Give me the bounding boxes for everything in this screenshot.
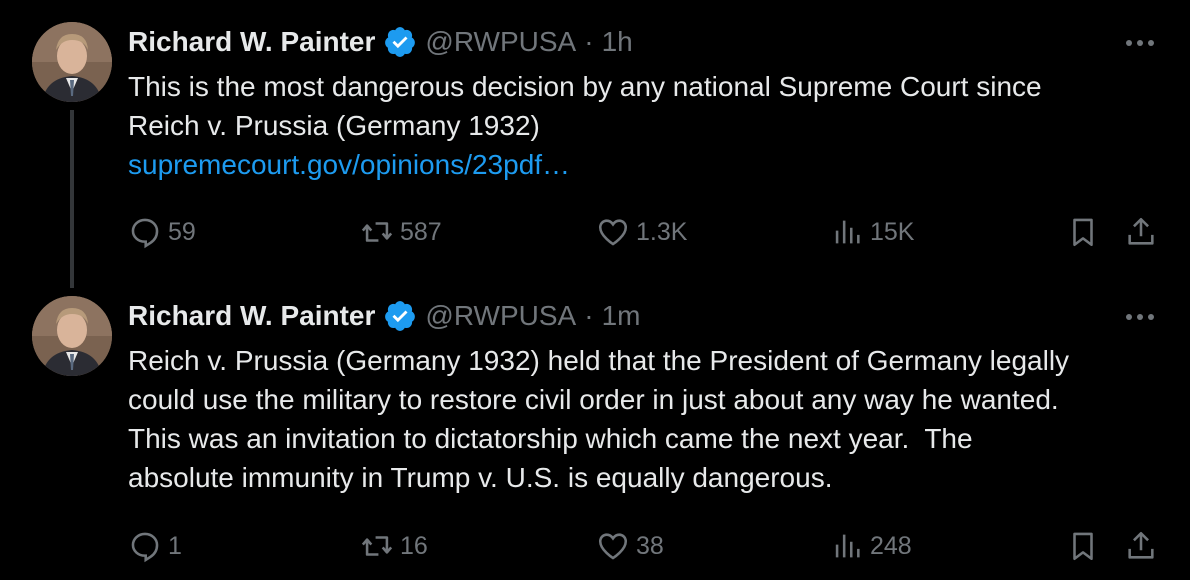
reply-icon — [131, 218, 159, 249]
like-icon — [598, 533, 628, 560]
views-icon — [835, 220, 860, 244]
tweet-text-line: This was an invitation to dictatorship w… — [128, 423, 973, 454]
tweet-text-line: could use the military to restore civil … — [128, 384, 1059, 415]
author-name[interactable]: Richard W. Painter — [128, 300, 375, 332]
tweet-text-line: absolute immunity in Trump v. U.S. is eq… — [128, 462, 833, 493]
separator-dot: · — [584, 26, 594, 57]
like-count: 38 — [636, 531, 664, 560]
bookmark-icon — [1073, 218, 1093, 247]
tweet-header: Richard W. Painter @RWPUSA · 1m — [128, 296, 640, 336]
views-count: 248 — [870, 531, 912, 560]
share-icon — [1128, 217, 1154, 245]
tweet[interactable]: Richard W. Painter @RWPUSA · 1m Reich v.… — [0, 290, 1190, 580]
separator-dot: · — [584, 300, 594, 331]
tweet-text-line: This is the most dangerous decision by a… — [128, 71, 1042, 102]
share-button[interactable] — [1124, 212, 1158, 252]
retweet-button[interactable]: 16 — [360, 526, 428, 566]
reply-count: 59 — [168, 217, 196, 246]
retweet-icon — [361, 536, 393, 556]
tweet-text: Reich v. Prussia (Germany 1932) held tha… — [128, 341, 1168, 497]
timestamp[interactable]: 1m — [602, 300, 641, 332]
bookmark-button[interactable] — [1066, 212, 1100, 252]
author-name[interactable]: Richard W. Painter — [128, 26, 375, 58]
action-bar: 59 587 1.3K 15K — [128, 212, 1168, 252]
share-icon — [1128, 531, 1154, 559]
bookmark-icon — [1073, 532, 1093, 561]
more-icon[interactable] — [1120, 28, 1160, 58]
views-button[interactable]: 15K — [830, 212, 914, 252]
verified-badge-icon — [383, 25, 417, 59]
author-handle[interactable]: @RWPUSA — [425, 26, 576, 58]
retweet-count: 587 — [400, 217, 442, 246]
views-count: 15K — [870, 217, 915, 246]
tweet-header: Richard W. Painter @RWPUSA · 1h — [128, 22, 633, 62]
like-count: 1.3K — [636, 217, 688, 246]
retweet-button[interactable]: 587 — [360, 212, 442, 252]
bookmark-button[interactable] — [1066, 526, 1100, 566]
reply-count: 1 — [168, 531, 182, 560]
share-button[interactable] — [1124, 526, 1158, 566]
author-handle[interactable]: @RWPUSA — [425, 300, 576, 332]
tweet-text-line: Reich v. Prussia (Germany 1932) held tha… — [128, 345, 1070, 376]
avatar[interactable] — [32, 22, 112, 102]
thread-line — [70, 110, 74, 288]
timestamp[interactable]: 1h — [602, 26, 633, 58]
tweet-text: This is the most dangerous decision by a… — [128, 67, 1168, 184]
reply-button[interactable]: 1 — [128, 526, 182, 566]
tweet[interactable]: Richard W. Painter @RWPUSA · 1h This is … — [0, 0, 1190, 290]
avatar[interactable] — [32, 296, 112, 376]
like-button[interactable]: 38 — [596, 526, 664, 566]
reply-icon — [131, 532, 159, 563]
views-button[interactable]: 248 — [830, 526, 912, 566]
verified-badge-icon — [383, 299, 417, 333]
views-icon — [835, 534, 860, 558]
tweet-link[interactable]: supremecourt.gov/opinions/23pdf… — [128, 149, 570, 180]
like-icon — [598, 219, 628, 246]
retweet-count: 16 — [400, 531, 428, 560]
reply-button[interactable]: 59 — [128, 212, 196, 252]
action-bar: 1 16 38 248 — [128, 526, 1168, 566]
retweet-icon — [361, 222, 393, 242]
like-button[interactable]: 1.3K — [596, 212, 687, 252]
tweet-text-line: Reich v. Prussia (Germany 1932) — [128, 110, 540, 141]
more-icon[interactable] — [1120, 302, 1160, 332]
